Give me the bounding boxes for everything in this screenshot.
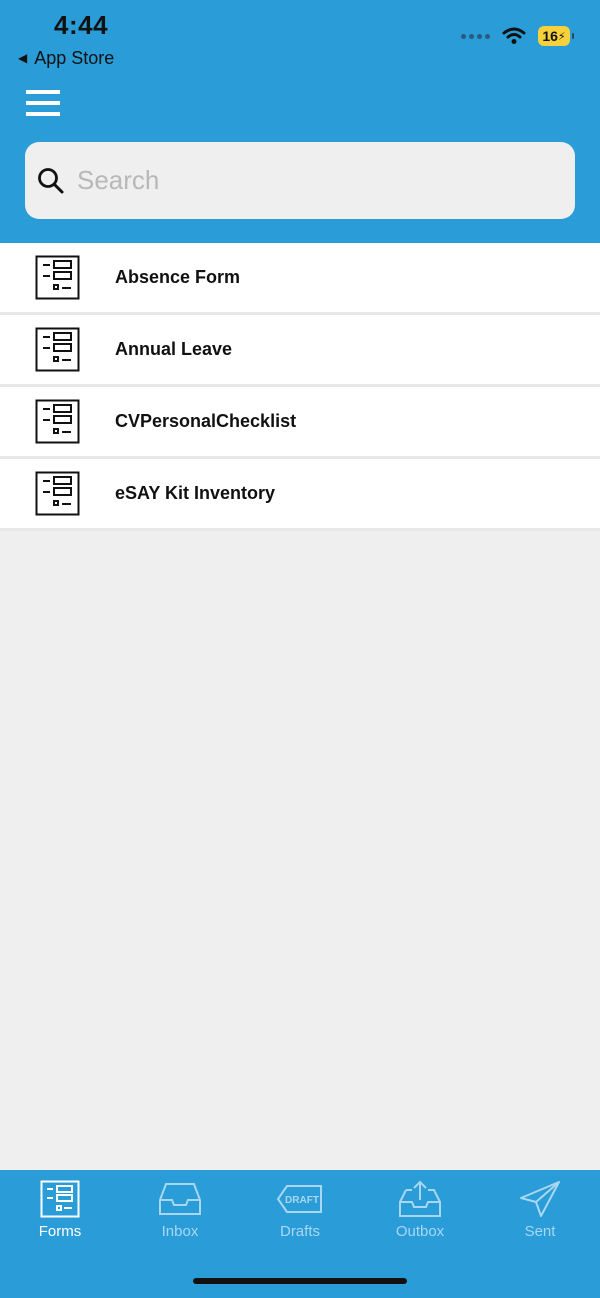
form-icon	[35, 255, 80, 300]
tab-inbox[interactable]: Inbox	[120, 1180, 240, 1250]
form-icon	[35, 471, 80, 516]
search-icon	[38, 167, 64, 193]
form-label: eSAY Kit Inventory	[115, 483, 276, 503]
tab-forms[interactable]: Forms	[0, 1180, 120, 1250]
form-label: CVPersonalChecklist	[115, 411, 297, 431]
forms-icon	[40, 1180, 80, 1218]
tab-outbox[interactable]: Outbox	[360, 1180, 480, 1250]
inbox-icon	[159, 1183, 201, 1215]
signal-icon	[461, 33, 490, 39]
tab-label: Drafts	[279, 1223, 320, 1240]
form-icon	[35, 399, 80, 444]
status-time: 4:44	[54, 10, 109, 40]
sent-icon	[520, 1181, 560, 1217]
outbox-icon	[399, 1180, 441, 1217]
list-item[interactable]: CVPersonalChecklist	[0, 387, 600, 459]
list-item[interactable]: eSAY Kit Inventory	[0, 459, 600, 531]
tab-label: Outbox	[395, 1223, 445, 1240]
search-input[interactable]	[75, 164, 549, 197]
back-label: App Store	[34, 47, 115, 68]
tab-label: Forms	[38, 1223, 82, 1240]
drafts-icon-text: DRAFT	[285, 1195, 319, 1206]
battery-level: 16	[542, 28, 558, 44]
form-label: Annual Leave	[115, 339, 233, 359]
form-label: Absence Form	[115, 267, 241, 287]
status-indicators: 16 ⚡	[461, 26, 574, 46]
drafts-icon: DRAFT	[276, 1185, 322, 1213]
app-header: 4:44 ◀ App Store 16 ⚡	[0, 0, 600, 243]
form-icon	[35, 327, 80, 372]
tab-label: Inbox	[161, 1223, 199, 1240]
search-bar[interactable]	[25, 142, 575, 219]
forms-list: Absence Form Annual Leave CVPersonalChec…	[0, 243, 600, 531]
back-arrow-icon: ◀	[18, 51, 28, 65]
list-item[interactable]: Absence Form	[0, 243, 600, 315]
home-indicator	[193, 1278, 407, 1284]
wifi-icon	[502, 27, 526, 44]
tab-sent[interactable]: Sent	[480, 1180, 600, 1250]
list-item[interactable]: Annual Leave	[0, 315, 600, 387]
tab-drafts[interactable]: DRAFT Drafts	[240, 1180, 360, 1250]
tab-label: Sent	[524, 1223, 556, 1240]
back-to-app-store[interactable]: ◀ App Store	[18, 46, 114, 70]
hamburger-menu-icon[interactable]	[26, 90, 60, 118]
battery-icon: 16 ⚡	[538, 26, 574, 46]
